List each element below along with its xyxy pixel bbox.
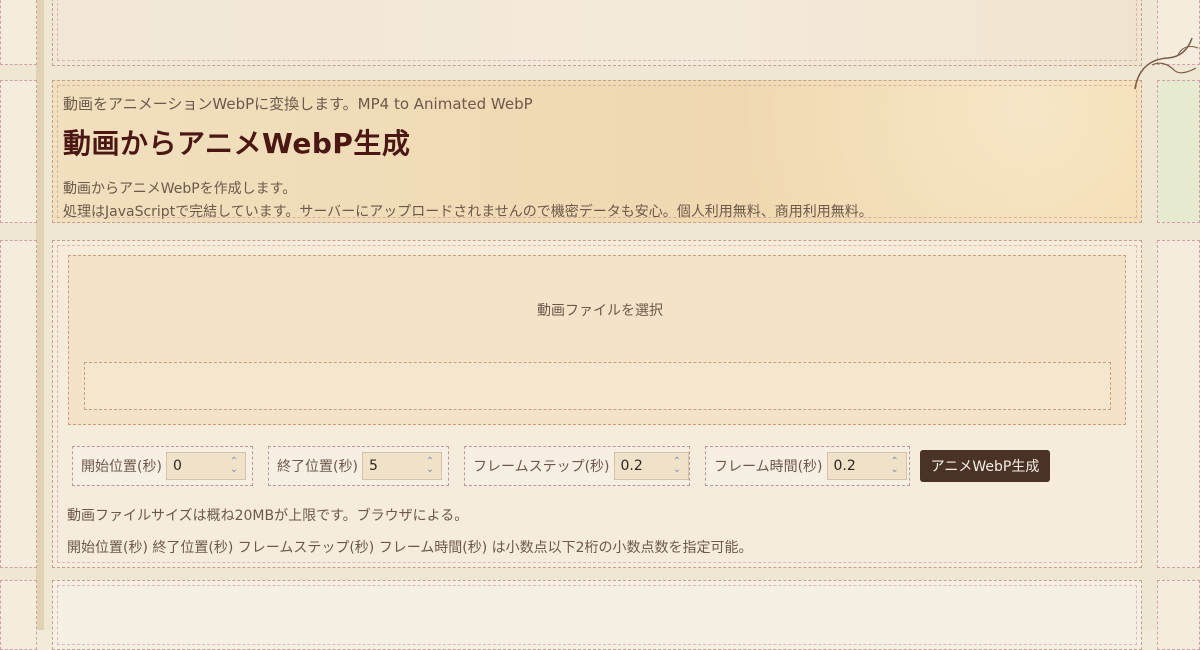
frame-time-group: フレーム時間(秒) 0.2 ⌃ ⌄	[705, 446, 910, 486]
size-limit-note: 動画ファイルサイズは概ね20MBが上限です。ブラウザによる。	[67, 508, 469, 524]
file-input-box[interactable]	[84, 362, 1111, 410]
start-position-group: 開始位置(秒) 0 ⌃ ⌄	[72, 446, 253, 486]
header-subtitle: 動画をアニメーションWebPに変換します。MP4 to Animated Web…	[63, 95, 533, 113]
stepper-icon[interactable]: ⌃ ⌄	[425, 457, 435, 475]
end-position-label: 終了位置(秒)	[277, 459, 358, 475]
right-side-tile-main	[1157, 240, 1200, 568]
frame-step-value: 0.2	[620, 458, 643, 474]
top-panel	[52, 0, 1142, 66]
left-side-tile-header	[0, 80, 37, 223]
start-position-value: 0	[172, 458, 182, 474]
description-line-1: 動画からアニメWebPを作成します。	[63, 181, 297, 197]
frame-step-group: フレームステップ(秒) 0.2 ⌃ ⌄	[464, 446, 690, 486]
frame-time-value: 0.2	[833, 458, 856, 474]
description-line-2: 処理はJavaScriptで完結しています。サーバーにアップロードされませんので…	[63, 204, 873, 221]
left-side-tile-main	[0, 240, 37, 568]
frame-step-label: フレームステップ(秒)	[473, 459, 610, 475]
header-description: 動画からアニメWebPを作成します。 処理はJavaScriptで完結しています…	[63, 178, 1131, 224]
left-side-tile-bottom	[0, 580, 37, 650]
start-position-label: 開始位置(秒)	[81, 459, 162, 475]
end-position-group: 終了位置(秒) 5 ⌃ ⌄	[268, 446, 449, 486]
end-position-input[interactable]: 5 ⌃ ⌄	[361, 452, 442, 480]
stepper-icon[interactable]: ⌃ ⌄	[672, 457, 682, 475]
frame-time-label: フレーム時間(秒)	[714, 459, 823, 475]
stepper-icon[interactable]: ⌃ ⌄	[890, 457, 900, 475]
file-select-label[interactable]: 動画ファイルを選択	[0, 300, 1200, 320]
header-panel: 動画をアニメーションWebPに変換します。MP4 to Animated Web…	[52, 80, 1142, 223]
frame-step-input[interactable]: 0.2 ⌃ ⌄	[613, 452, 689, 480]
right-side-tile-bottom	[1157, 580, 1200, 650]
stepper-icon[interactable]: ⌃ ⌄	[229, 457, 239, 475]
vine-decoration-icon	[1134, 37, 1199, 90]
right-side-tile-header	[1157, 80, 1200, 223]
decimal-note: 開始位置(秒) 終了位置(秒) フレームステップ(秒) フレーム時間(秒) は小…	[67, 540, 753, 556]
start-position-input[interactable]: 0 ⌃ ⌄	[165, 452, 246, 480]
frame-time-input[interactable]: 0.2 ⌃ ⌄	[826, 452, 907, 480]
left-side-tile-top	[0, 0, 37, 65]
page-title: 動画からアニメWebP生成	[63, 127, 411, 160]
generate-webp-button[interactable]: アニメWebP生成	[920, 450, 1050, 482]
end-position-value: 5	[368, 458, 378, 474]
bottom-panel	[52, 580, 1142, 650]
